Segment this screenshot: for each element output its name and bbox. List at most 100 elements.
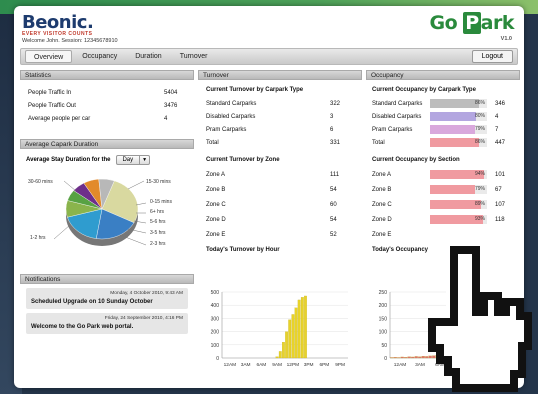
duration-control-label: Average Stay Duration for the [26, 157, 111, 163]
chart-bar [278, 351, 282, 359]
y-tick-label: 200 [379, 303, 388, 309]
occupancy-row-label: Disabled Carparks [372, 113, 422, 120]
turnover-zone-value: 111 [330, 171, 340, 178]
occupancy-row-label: Zone A [372, 171, 392, 178]
y-tick-label: 0 [384, 356, 387, 362]
occupancy-bar: 79% [430, 125, 487, 134]
occupancy-row: Standard Carparks 86% 346 [372, 97, 514, 110]
chart-bar [404, 357, 408, 359]
occupancy-row-value: 101 [495, 171, 506, 178]
occupancy-row: Zone C 89% 107 [372, 197, 514, 212]
version-label: V1.0 [500, 36, 512, 42]
occupancy-row-label: Standard Carparks [372, 100, 423, 107]
occupancy-bar-percent: 86% [474, 100, 485, 106]
tab-duration[interactable]: Duration [127, 50, 169, 63]
turnover-type-label: Pram Carparks [206, 126, 247, 133]
occupancy-bar-fill [430, 185, 476, 194]
turnover-hourly-chart: 0 100 200 300 400 500 12AM 3AM 6AM 9AM 12PM 3PM 6PM 9… [211, 290, 348, 368]
notification-time: Monday, 4 October 2010, 9:43 AM [110, 291, 183, 296]
notification-time: Friday, 24 September 2010, 4:16 PM [104, 316, 183, 321]
occupancy-title: Occupancy [366, 70, 520, 80]
stat-row: Average people per car 4 [28, 112, 186, 125]
chart-bar [294, 307, 298, 359]
notification-item[interactable]: Monday, 4 October 2010, 9:43 AM Schedule… [26, 288, 188, 309]
product-logo-ark: ark [480, 12, 515, 34]
stat-value: 3476 [164, 102, 178, 109]
occupancy-bar: 79% [430, 185, 487, 194]
occupancy-row-label: Zone C [372, 201, 392, 208]
occupancy-row: Zone B 79% 67 [372, 182, 514, 197]
notification-item[interactable]: Friday, 24 September 2010, 4:16 PM Welco… [26, 313, 188, 334]
chart-bar [390, 357, 394, 359]
turnover-zone-value: 54 [330, 186, 337, 193]
chart-bar [297, 299, 301, 359]
chart-bar [288, 319, 292, 359]
notifications-panel: Notifications Monday, 4 October 2010, 9:… [20, 274, 194, 378]
occupancy-bar-fill [430, 200, 481, 209]
statistics-panel: Statistics People Traffic In 5404 People… [20, 70, 194, 127]
chart-bar [304, 295, 307, 359]
pie-label-30-60: 30-60 mins [28, 179, 53, 185]
occupancy-bar-fill [430, 138, 480, 147]
average-duration-title: Average Capark Duration [20, 139, 194, 149]
occupancy-row: Total 86% 447 [372, 136, 514, 149]
occupancy-bar-percent: 93% [474, 216, 485, 222]
pie-leader-line [119, 234, 147, 246]
y-tick-label: 200 [211, 330, 220, 336]
occupancy-row-label: Zone E [372, 231, 392, 238]
occupancy-row-value: 107 [495, 201, 506, 208]
tab-overview[interactable]: Overview [25, 50, 73, 63]
chart-bar [291, 314, 295, 359]
occupancy-row-value: 7 [495, 126, 499, 133]
occupancy-bar-fill [430, 125, 476, 134]
x-tick-label: 6AM [256, 362, 266, 368]
y-tick-label: 250 [379, 290, 388, 296]
turnover-zone-label: Zone C [206, 201, 226, 208]
occupancy-bar: 94% [430, 170, 487, 179]
turnover-hourly-title: Today's Turnover by Hour [206, 247, 280, 253]
main-nav: Overview Occupancy Duration Turnover Log… [20, 48, 518, 65]
stat-label: People Traffic In [28, 89, 72, 96]
pie-leader-line [63, 180, 77, 192]
pie-label-2-3: 2-3 hrs [150, 241, 166, 247]
pie-label-6plus: 6+ hrs [150, 209, 165, 215]
y-tick-label: 400 [211, 303, 220, 309]
period-select[interactable]: Day ▼ [116, 155, 151, 165]
turnover-zone-value: 54 [330, 216, 337, 223]
turnover-panel: Turnover Current Turnover by Carpark Typ… [198, 70, 362, 378]
occupancy-row-value: 67 [495, 186, 502, 193]
chart-bar [285, 331, 288, 359]
occupancy-row-label: Total [372, 139, 385, 146]
x-tick-label: 9AM [272, 362, 282, 368]
occupancy-row-value: 118 [495, 216, 505, 223]
turnover-zone-label: Zone D [206, 216, 226, 223]
occupancy-bar-fill [430, 112, 476, 121]
turnover-type-label: Standard Carparks [206, 100, 257, 107]
occupancy-row-value: 346 [495, 100, 506, 107]
occupancy-row: Zone D 93% 118 [372, 212, 514, 227]
hand-pointer-icon [428, 246, 532, 392]
chart-bar [300, 297, 304, 359]
duration-control: Average Stay Duration for the Day ▼ [26, 155, 194, 165]
brand-logo: Beonic. EVERY VISITOR COUNTS [22, 12, 94, 37]
average-duration-panel: Average Capark Duration Average Stay Dur… [20, 139, 194, 271]
turnover-type-label: Total [206, 139, 219, 146]
turnover-type-value: 322 [330, 100, 341, 107]
y-tick-label: 500 [211, 290, 220, 296]
occupancy-row-label: Zone D [372, 216, 392, 223]
chart-bar [400, 356, 404, 359]
tab-turnover[interactable]: Turnover [172, 50, 216, 63]
stat-row: People Traffic In 5404 [28, 86, 186, 99]
occupancy-bar-fill [430, 99, 480, 108]
x-tick-label: 9PM [335, 362, 345, 368]
y-tick-label: 100 [379, 330, 388, 336]
y-tick-label: 150 [379, 316, 388, 322]
pie-label-1-2: 1-2 hrs [30, 235, 46, 241]
occupancy-bar-percent: 79% [474, 126, 485, 132]
tab-occupancy[interactable]: Occupancy [74, 50, 125, 63]
notification-message: Welcome to the Go Park web portal. [31, 324, 134, 330]
stat-label: Average people per car [28, 115, 91, 122]
product-logo: Go Park [429, 12, 515, 34]
logout-button[interactable]: Logout [471, 50, 513, 63]
occupancy-row: Pram Carparks 79% 7 [372, 123, 514, 136]
